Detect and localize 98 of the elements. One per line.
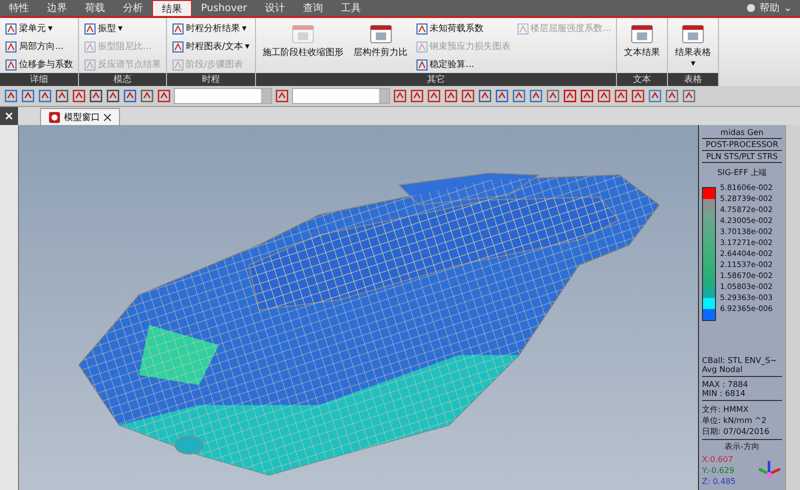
toolbar-icon (461, 89, 475, 103)
ribbon-button[interactable]: 位移参与系数 (5, 57, 73, 72)
ribbon-button[interactable]: 结果表格 ▾ (673, 21, 714, 73)
selection-field[interactable] (292, 88, 390, 104)
ribbon-icon (84, 58, 96, 70)
toolbar-icon (140, 89, 154, 103)
toolbar-icon (157, 89, 171, 103)
toolbar-icon (410, 89, 424, 103)
ribbon-icon (516, 22, 529, 34)
caret-icon[interactable]: ⌄ (784, 2, 792, 14)
ribbon-icon (84, 22, 96, 34)
ribbon-group-title: 表格 (668, 73, 718, 86)
toolbar-icon (55, 89, 69, 103)
legend-header: PLN STS/PLT STRS (702, 152, 782, 163)
toolbar-icon (648, 89, 662, 103)
toolbar-icon (546, 89, 560, 103)
ribbon-button[interactable]: 稳定验算... (416, 57, 511, 72)
ribbon-icon (416, 22, 428, 34)
toolbar-icon (106, 89, 120, 103)
menu-tab[interactable]: 边界 (38, 0, 76, 16)
toolbar-icon (4, 89, 18, 103)
menu-tab[interactable]: 工具 (332, 0, 370, 16)
toolbar-icon (123, 89, 137, 103)
ribbon-button[interactable]: 局部方向... (5, 39, 73, 54)
toolbar-icon (495, 89, 509, 103)
load-case-text: Avg Nodal (702, 365, 744, 374)
info-text: 文件: HMMX (702, 404, 750, 415)
menu-tab[interactable]: 结果 (152, 0, 192, 16)
ribbon-icon (172, 22, 184, 34)
toolbar-icon (529, 89, 543, 103)
toolbar-icon (597, 89, 611, 103)
help-label[interactable]: 帮助 (760, 1, 780, 15)
toolbar-icon (665, 89, 679, 103)
menu-tab[interactable]: Pushover (192, 0, 256, 16)
ribbon-button[interactable]: 梁单元 ▾ (5, 21, 73, 36)
ribbon-icon (5, 22, 17, 34)
ribbon-button[interactable]: 未知荷载系数 (416, 21, 511, 36)
ribbon-icon (416, 58, 428, 70)
caret-icon[interactable]: ▾ (118, 24, 123, 34)
ribbon-icon (5, 40, 17, 52)
menu-tab[interactable]: 特性 (0, 0, 38, 16)
ribbon-button[interactable]: 层构件剪力比 (352, 21, 410, 73)
toolbar-icon (21, 89, 35, 103)
toolbar-icon (444, 89, 458, 103)
min-max-text: MIN : 6814 (702, 389, 746, 398)
menu-tab[interactable]: 查询 (294, 0, 332, 16)
ribbon-icon (172, 58, 184, 70)
ribbon-button[interactable]: 时程分析结果 ▾ (172, 21, 250, 36)
caret-icon[interactable]: ▾ (242, 24, 247, 34)
app-icon (49, 112, 60, 122)
min-max-text: MAX : 7884 (702, 380, 749, 389)
menu-tab[interactable]: 分析 (114, 0, 152, 16)
caret-icon[interactable]: ▾ (690, 59, 696, 70)
ribbon-group-title: 模态 (79, 73, 166, 86)
ribbon-group-title: 详细 (0, 73, 78, 86)
load-case-text: CBall: STL ENV_S~ (702, 356, 778, 365)
ribbon-group-title: 时程 (167, 73, 255, 86)
model-window-tab[interactable]: 模型窗口 (40, 108, 120, 125)
toolbar-icon (275, 89, 289, 103)
legend-header: POST-PROCESSOR (702, 140, 782, 151)
axis-value: Z: 0.485 (702, 477, 736, 486)
toolbar-icon (614, 89, 628, 103)
toolbar-icon (89, 89, 103, 103)
toolbar-icon (72, 89, 86, 103)
legend-component: SIG-EFF 上端 (716, 167, 768, 178)
caret-icon[interactable]: ▾ (48, 24, 53, 34)
ribbon-icon (5, 58, 17, 70)
ribbon-button[interactable]: 振型 ▾ (84, 21, 161, 36)
direction-title: 表示-方向 (724, 441, 760, 452)
toolbar-icon (38, 89, 52, 103)
selection-field[interactable] (174, 88, 272, 104)
close-icon[interactable] (0, 107, 18, 125)
toolbar-icon (682, 89, 696, 103)
ribbon-group-title: 其它 (256, 73, 616, 86)
toolbar-icon (580, 89, 594, 103)
toolbar-icon (563, 89, 577, 103)
help-icon[interactable] (746, 3, 756, 13)
close-icon[interactable] (104, 114, 111, 120)
menu-tab[interactable]: 设计 (256, 0, 294, 16)
toolbar-icon (427, 89, 441, 103)
toolbar-icon (512, 89, 526, 103)
menu-tab[interactable]: 荷载 (76, 0, 114, 16)
toolbar-icon (478, 89, 492, 103)
ribbon-icon (172, 40, 184, 52)
caret-icon[interactable]: ▾ (245, 42, 250, 52)
info-text: 单位: kN/mm ^2 (702, 415, 768, 426)
toolbar-icon (631, 89, 645, 103)
legend-header: midas Gen (702, 128, 782, 139)
axis-value: X:0.607 (702, 455, 734, 464)
toolbar-icon (393, 89, 407, 103)
ribbon-group-title: 文本 (617, 73, 668, 86)
tab-label: 模型窗口 (64, 112, 100, 124)
axis-value: Y:-0.629 (702, 466, 736, 475)
info-text: 日期: 07/04/2016 (702, 426, 770, 437)
ribbon-icon (416, 40, 428, 52)
ribbon-button[interactable]: 时程图表/文本 ▾ (172, 39, 250, 54)
ribbon-button[interactable]: 文本结果 (622, 21, 662, 73)
ribbon-icon (84, 40, 96, 52)
